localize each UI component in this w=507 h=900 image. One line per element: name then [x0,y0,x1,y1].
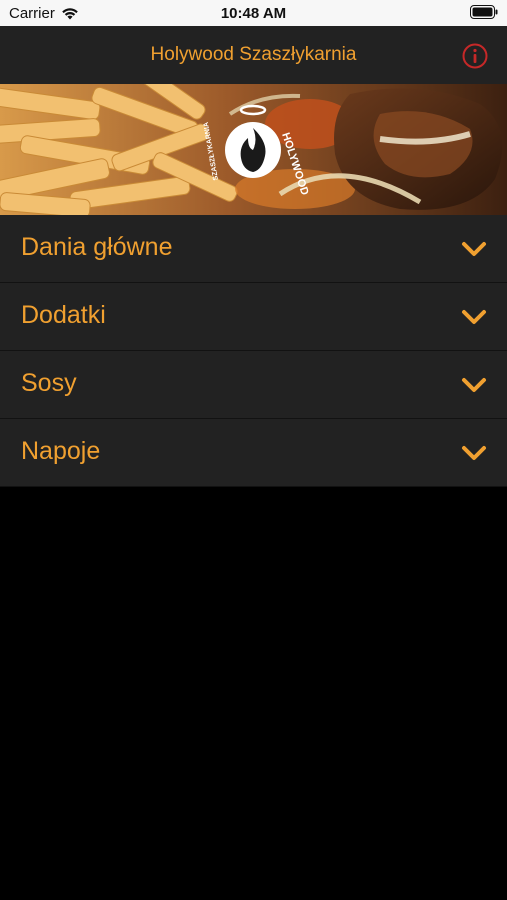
chevron-down-icon [462,310,486,324]
menu-row-sosy[interactable]: Sosy [0,351,507,419]
menu-row-dania-glowne[interactable]: Dania główne [0,215,507,283]
status-bar: Carrier 10:48 AM [0,0,507,26]
navigation-bar: Holywood Szaszłykarnia [0,26,507,84]
info-icon[interactable] [462,43,488,69]
menu-category-list: Dania główne Dodatki Sosy Napoje [0,215,507,487]
chevron-down-icon [462,378,486,392]
page-title: Holywood Szaszłykarnia [150,44,357,65]
status-time: 10:48 AM [220,5,287,22]
menu-row-napoje[interactable]: Napoje [0,419,507,487]
chevron-down-icon [462,242,486,256]
chevron-down-icon [462,446,486,460]
menu-row-label: Napoje [21,437,101,465]
battery-icon [470,5,498,19]
hero-banner: HOLYWOOD SZASZŁYKARNIA [0,84,507,215]
menu-row-label: Sosy [21,369,77,397]
menu-row-dodatki[interactable]: Dodatki [0,283,507,351]
menu-row-label: Dania główne [21,233,173,261]
menu-row-label: Dodatki [21,301,106,329]
food-banner-image: HOLYWOOD SZASZŁYKARNIA [0,84,507,215]
